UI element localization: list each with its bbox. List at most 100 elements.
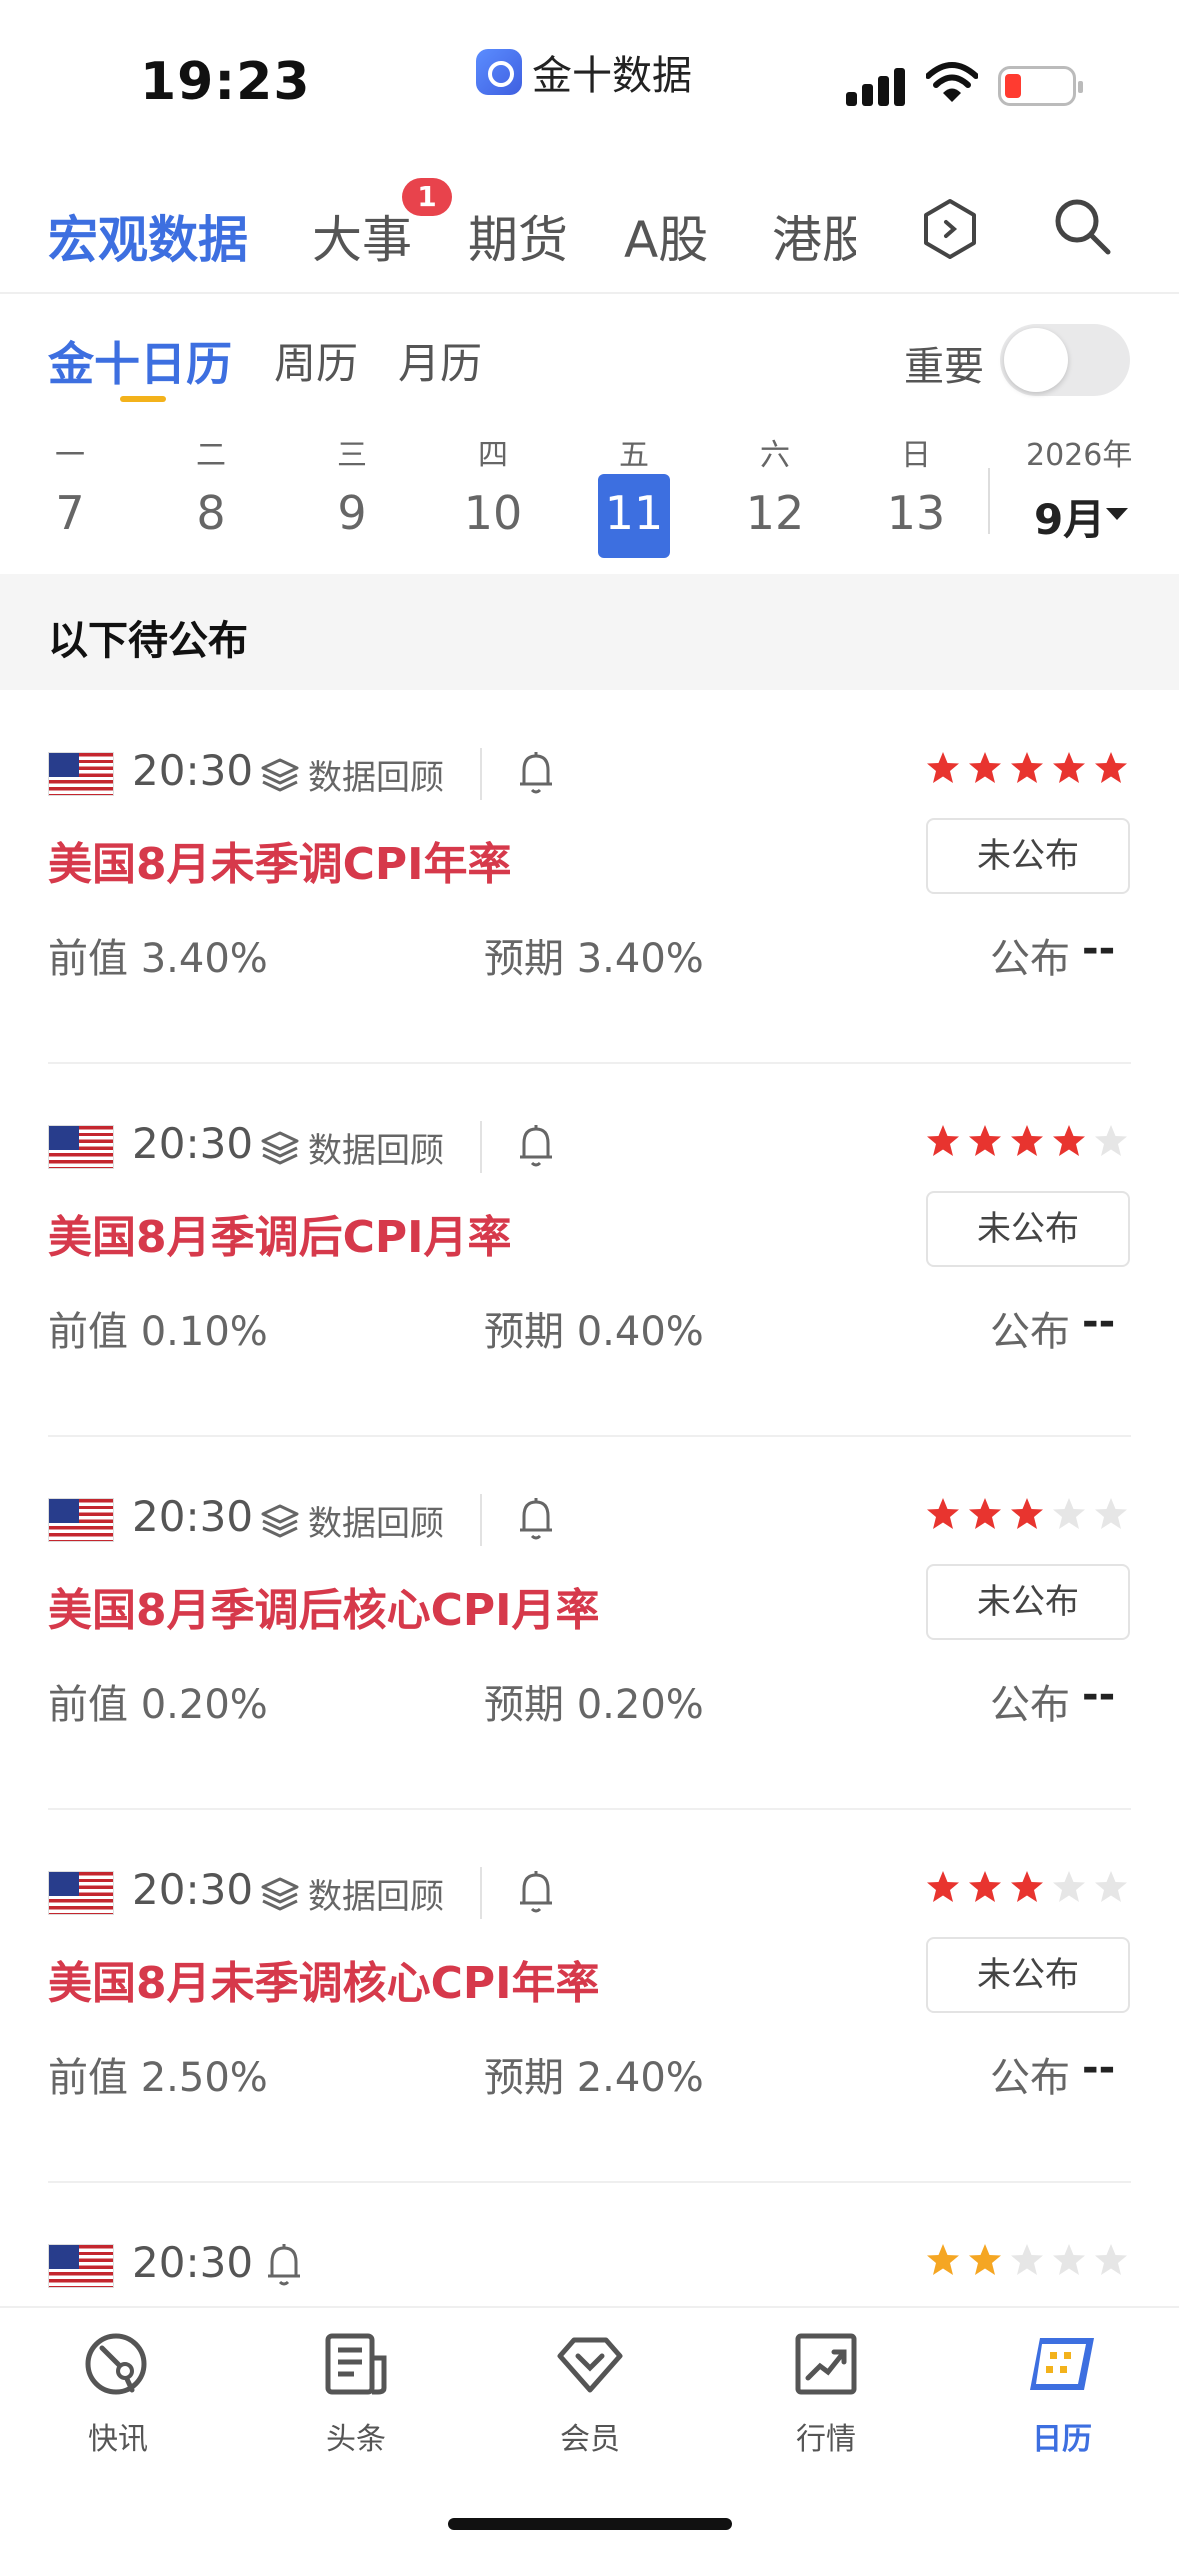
actual-value: -- <box>1082 926 1116 972</box>
us-flag-icon <box>48 1498 114 1542</box>
importance-star-icon <box>1011 752 1043 783</box>
top-tab-bar: 宏观数据 大事 期货 A股 港股 <box>0 180 1179 290</box>
subtab-month-calendar[interactable]: 月历 <box>398 330 482 391</box>
event-card[interactable]: 20:30 数据回顾 美国8月未季调CPI年率 未公布 前值 3.40% 预期 … <box>0 690 1179 1064</box>
previous-value: 前值 0.10% <box>48 1309 268 1355</box>
subtab-jin10-calendar[interactable]: 金十日历 <box>48 328 232 394</box>
divider <box>988 468 990 534</box>
caret-down-icon[interactable] <box>1106 508 1128 520</box>
tab-futures[interactable]: 期货 <box>468 200 568 272</box>
data-review-label: 数据回顾 <box>308 1504 444 1544</box>
importance-star-icon <box>1053 2244 1085 2275</box>
importance-star-icon <box>927 1498 959 1529</box>
event-title[interactable]: 美国8月未季调CPI年率 <box>48 828 512 892</box>
nav-flash-news[interactable]: 快讯 <box>48 2328 188 2458</box>
release-status-button[interactable]: 未公布 <box>926 1937 1130 2013</box>
home-indicator <box>448 2518 732 2530</box>
market-chart-icon <box>795 2333 857 2395</box>
bell-icon[interactable] <box>516 1869 556 1915</box>
actual-label: 公布 <box>990 936 1070 982</box>
status-time: 19:23 <box>140 52 311 112</box>
event-card[interactable]: 20:30 数据回顾 美国8月季调后CPI月率 未公布 前值 0.10% 预期 … <box>0 1063 1179 1437</box>
event-card[interactable]: 20:30 数据回顾 美国8月未季调核心CPI年率 未公布 前值 2.50% 预… <box>0 1809 1179 2183</box>
month-picker[interactable]: 9月 <box>1034 486 1105 547</box>
data-review-link[interactable]: 数据回顾 <box>260 1869 444 1918</box>
event-time: 20:30 <box>132 2238 254 2287</box>
importance-star-icon <box>1053 752 1085 783</box>
importance-star-icon <box>1011 2244 1043 2275</box>
event-title[interactable]: 美国8月未季调核心CPI年率 <box>48 1947 600 2011</box>
importance-star-icon <box>927 1871 959 1902</box>
layers-icon <box>261 758 299 791</box>
nav-headlines[interactable]: 头条 <box>286 2328 426 2458</box>
previous-value: 前值 0.20% <box>48 1682 268 1728</box>
importance-star-icon <box>927 1125 959 1156</box>
forecast-value: 预期 2.40% <box>484 2055 704 2101</box>
importance-star-icon <box>969 1498 1001 1529</box>
section-header: 以下待公布 <box>0 574 1179 690</box>
event-title[interactable]: 美国8月季调后核心CPI月率 <box>48 1574 600 1638</box>
event-time: 20:30 <box>132 1492 254 1541</box>
importance-star-icon <box>927 752 959 783</box>
importance-star-icon <box>1095 752 1127 783</box>
event-time: 20:30 <box>132 1865 254 1914</box>
tab-macro-data[interactable]: 宏观数据 <box>48 200 248 272</box>
bell-icon[interactable] <box>516 1496 556 1542</box>
nav-calendar[interactable]: 日历 <box>992 2328 1132 2458</box>
event-card[interactable]: 20:30 数据回顾 美国8月季调后核心CPI月率 未公布 前值 0.20% 预… <box>0 1436 1179 1810</box>
layers-icon <box>261 1504 299 1537</box>
actual-value: -- <box>1082 2045 1116 2091</box>
data-review-label: 数据回顾 <box>308 1877 444 1917</box>
event-title[interactable]: 美国8月季调后CPI月率 <box>48 1201 512 1265</box>
layers-icon <box>261 1877 299 1910</box>
data-review-label: 数据回顾 <box>308 758 444 798</box>
actual-label: 公布 <box>990 1682 1070 1728</box>
release-status-button[interactable]: 未公布 <box>926 1191 1130 1267</box>
importance-star-icon <box>969 1125 1001 1156</box>
tab-big-events[interactable]: 大事 <box>312 200 412 272</box>
importance-star-icon <box>1095 1871 1127 1902</box>
importance-star-icon <box>1053 1125 1085 1156</box>
subtab-week-calendar[interactable]: 周历 <box>274 330 358 391</box>
previous-value: 前值 3.40% <box>48 936 268 982</box>
bell-icon[interactable] <box>516 1123 556 1169</box>
importance-star-icon <box>927 2244 959 2275</box>
data-review-link[interactable]: 数据回顾 <box>260 1496 444 1545</box>
hexagon-icon[interactable] <box>922 198 978 260</box>
section-title: 以下待公布 <box>48 618 248 664</box>
importance-star-icon <box>1011 1871 1043 1902</box>
app-indicator: 金十数据 <box>476 44 692 100</box>
previous-value: 前值 2.50% <box>48 2055 268 2101</box>
importance-stars <box>925 1496 1129 1532</box>
release-status-button[interactable]: 未公布 <box>926 818 1130 894</box>
tab-hk-stocks[interactable]: 港股 <box>772 200 856 272</box>
importance-stars <box>925 750 1129 786</box>
search-icon[interactable] <box>1052 196 1112 256</box>
nav-market[interactable]: 行情 <box>756 2328 896 2458</box>
release-status-button[interactable]: 未公布 <box>926 1564 1130 1640</box>
data-review-link[interactable]: 数据回顾 <box>260 750 444 799</box>
divider <box>480 1121 482 1173</box>
battery-icon <box>998 66 1083 106</box>
importance-stars <box>925 2242 1129 2278</box>
important-toggle[interactable] <box>1000 324 1130 396</box>
active-subtab-indicator <box>120 396 166 402</box>
divider <box>480 748 482 800</box>
us-flag-icon <box>48 752 114 796</box>
us-flag-icon <box>48 2244 114 2288</box>
data-review-link[interactable]: 数据回顾 <box>260 1123 444 1172</box>
bell-icon[interactable] <box>264 2242 304 2288</box>
tab-a-shares[interactable]: A股 <box>624 200 708 272</box>
actual-label: 公布 <box>990 1309 1070 1355</box>
actual-label: 公布 <box>990 2055 1070 2101</box>
important-toggle-label: 重要 <box>904 344 984 390</box>
bell-icon[interactable] <box>516 750 556 796</box>
forecast-value: 预期 3.40% <box>484 936 704 982</box>
importance-star-icon <box>969 2244 1001 2275</box>
importance-star-icon <box>1095 1498 1127 1529</box>
nav-membership[interactable]: 会员 <box>520 2328 660 2458</box>
importance-star-icon <box>1095 1125 1127 1156</box>
calendar-icon <box>1030 2338 1094 2390</box>
importance-stars <box>925 1123 1129 1159</box>
us-flag-icon <box>48 1125 114 1169</box>
